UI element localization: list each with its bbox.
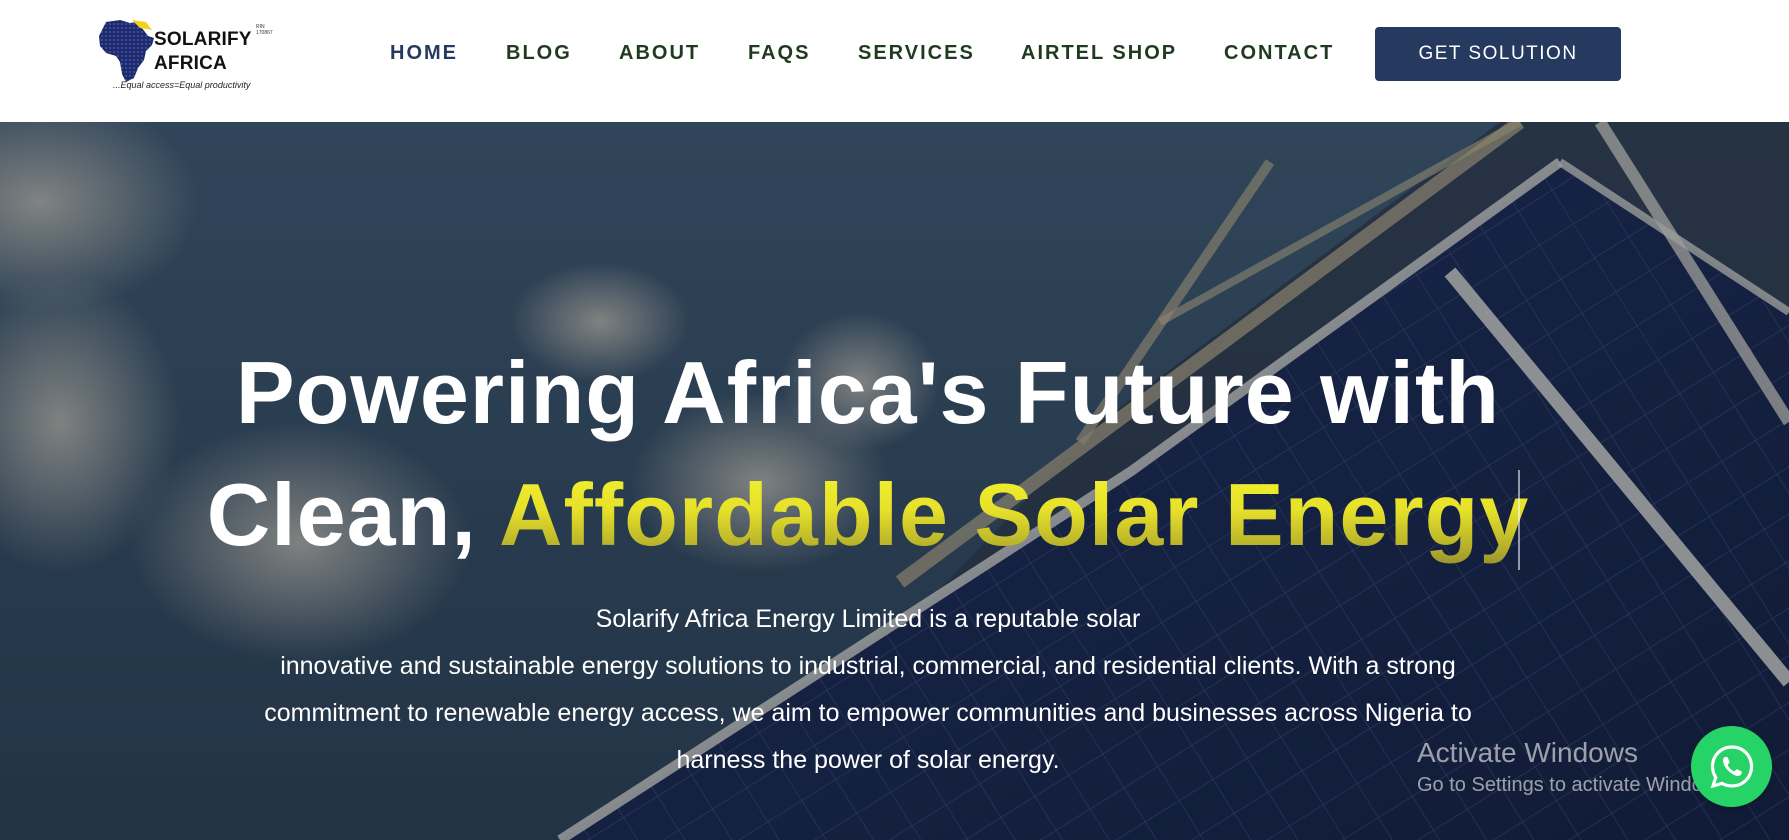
hero-description-line: Solarify Africa Energy Limited is a repu… [595,605,1141,633]
hero-section: Powering Africa's Future with Clean, Aff… [0,122,1789,840]
hero-description-line: harness the power of solar energy. [676,746,1060,774]
logo-tagline: ...Equal access=Equal productivity [113,80,251,90]
logo-name-line1: SOLARIFY [154,29,252,50]
logo-name: SOLARIFY AFRICA [154,28,252,76]
watermark-title: Activate Windows [1417,737,1638,768]
hero-headline-line1: Powering Africa's Future with [235,343,1501,442]
nav-contact[interactable]: CONTACT [1224,42,1334,65]
site-logo[interactable]: RIN 170867 SOLARIFY AFRICA ...Equal acce… [96,18,273,98]
hero-headline: Powering Africa's Future with Clean, Aff… [0,332,1736,576]
windows-activation-watermark: Activate Windows Go to Settings to activ… [1417,736,1733,800]
nav-blog[interactable]: BLOG [506,42,572,65]
hero-description-line: innovative and sustainable energy soluti… [280,652,1456,680]
whatsapp-chat-button[interactable] [1691,726,1772,807]
logo-name-line2: AFRICA [154,53,227,74]
hero-description-line: commitment to renewable energy access, w… [264,699,1472,727]
get-solution-button[interactable]: GET SOLUTION [1375,27,1621,81]
watermark-subtitle: Go to Settings to activate Windows. [1417,774,1733,796]
nav-faqs[interactable]: FAQS [748,42,810,65]
nav-airtel-shop[interactable]: AIRTEL SHOP [1021,42,1177,65]
hero-headline-accent: Affordable Solar Energy [498,465,1530,564]
logo-reg-number: RIN 170867 [256,24,273,36]
hero-headline-line2: Clean, Affordable Solar Energy [0,454,1736,576]
hero-description: Solarify Africa Energy Limited is a repu… [200,596,1536,784]
africa-map-icon [99,20,154,82]
nav-services[interactable]: SERVICES [858,42,975,65]
site-header: RIN 170867 SOLARIFY AFRICA ...Equal acce… [0,0,1789,122]
whatsapp-icon [1710,744,1753,788]
hero-headline-plain: Clean, [206,465,499,564]
nav-home[interactable]: HOME [390,42,458,65]
nav-about[interactable]: ABOUT [619,42,700,65]
typing-caret [1518,470,1520,570]
